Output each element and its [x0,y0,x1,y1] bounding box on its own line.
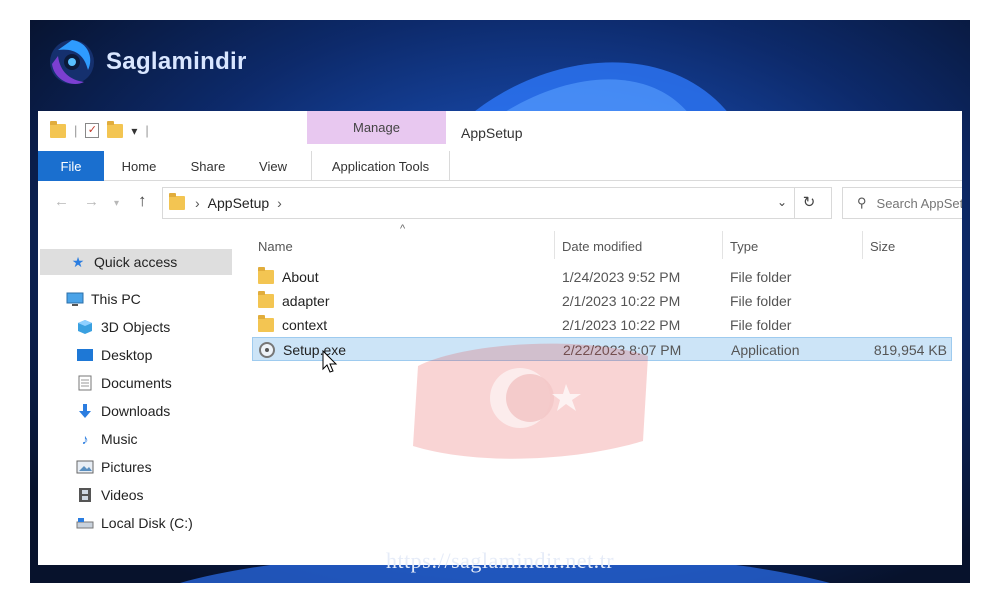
ribbon-tabs: File Home Share View Application Tools [38,151,962,181]
tab-share[interactable]: Share [178,151,238,181]
column-header-date[interactable]: Date modified [562,233,642,259]
desktop-icon [76,347,94,363]
column-divider[interactable] [722,231,723,259]
manage-contextual-tab[interactable]: Manage [307,111,446,144]
film-icon [76,487,94,503]
nav-local-disk[interactable]: Local Disk (C:) [76,510,193,536]
back-arrow-icon[interactable]: ← [54,193,69,210]
new-folder-icon[interactable] [107,120,124,138]
properties-icon[interactable]: ✓ [85,123,100,138]
setup-app-icon [259,342,275,358]
toolbar-separator: | [74,123,78,138]
forward-arrow-icon[interactable]: → [84,193,99,210]
navigation-pane: ★ Quick access This PC 3D Objects Deskto… [38,235,238,565]
file-type: File folder [730,317,792,333]
file-type: File folder [730,269,792,285]
file-row-context[interactable]: context 2/1/2023 10:22 PM File folder [252,313,952,337]
nav-label: Downloads [101,403,171,419]
column-header-type[interactable]: Type [730,233,758,259]
chevron-right-icon[interactable]: › [195,195,200,211]
toolbar-separator: | [145,123,149,138]
file-date: 2/1/2023 10:22 PM [562,293,681,309]
nav-label: Documents [101,375,172,391]
file-name: adapter [282,293,330,309]
nav-label: Music [101,431,138,447]
folder-icon [169,193,185,210]
picture-icon [76,459,94,475]
file-type: Application [731,342,800,358]
search-icon: ⚲ [857,195,867,210]
window-title: AppSetup [461,125,523,141]
download-arrow-icon [76,403,94,419]
mouse-pointer-icon [322,350,338,373]
turkish-flag-watermark [413,343,648,459]
tab-file[interactable]: File [38,151,104,181]
customize-toolbar-icon[interactable]: ▾ [131,124,137,138]
title-bar: | ✓ ▾ | Manage AppSetup [38,111,962,151]
search-box[interactable]: ⚲ [842,187,962,219]
nav-music[interactable]: ♪ Music [76,426,138,452]
brand-swirl-icon [50,40,94,84]
nav-label: Local Disk (C:) [101,515,193,531]
nav-label: Videos [101,487,144,503]
chevron-down-icon[interactable]: ⌄ [777,195,787,209]
tab-application-tools[interactable]: Application Tools [311,151,450,181]
drive-icon [76,515,94,531]
folder-icon[interactable] [50,120,66,138]
file-name: context [282,317,328,333]
nav-label: 3D Objects [101,319,171,335]
computer-icon [66,291,84,307]
recent-locations-icon[interactable]: ▾ [114,198,119,209]
file-row-adapter[interactable]: adapter 2/1/2023 10:22 PM File folder [252,289,952,313]
file-name-cell: adapter [258,289,329,313]
column-divider[interactable] [554,231,555,259]
file-date: 2/1/2023 10:22 PM [562,317,681,333]
refresh-icon[interactable]: ↻ [797,193,821,211]
nav-label: This PC [91,291,141,307]
tab-home[interactable]: Home [110,151,168,181]
up-arrow-icon[interactable]: ↑ [138,191,147,211]
column-divider[interactable] [862,231,863,259]
folder-icon [258,315,274,332]
file-size: 819,954 KB [873,342,947,358]
watermark-url: https://saglamindir.net.tr [385,548,615,573]
nav-label: Desktop [101,347,153,363]
nav-videos[interactable]: Videos [76,482,144,508]
cube-icon [76,319,94,335]
brand-logo: Saglamindir [44,32,247,92]
search-input[interactable] [876,195,962,211]
nav-documents[interactable]: Documents [76,370,172,396]
brand-name: Saglamindir [106,48,247,75]
nav-3d-objects[interactable]: 3D Objects [76,314,170,340]
address-bar[interactable]: › AppSetup › ⌄ ↻ [162,187,832,219]
file-row-about[interactable]: About 1/24/2023 9:52 PM File folder [252,265,952,289]
chevron-right-icon[interactable]: › [277,195,282,211]
nav-desktop[interactable]: Desktop [76,342,152,368]
music-note-icon: ♪ [81,431,89,447]
document-icon [76,375,94,391]
address-divider [794,188,795,218]
star-icon: ★ [71,253,85,270]
address-row: ← → ▾ ↑ › AppSetup › ⌄ ↻ ⚲ [38,185,962,221]
nav-pictures[interactable]: Pictures [76,454,152,480]
nav-downloads[interactable]: Downloads [76,398,170,424]
folder-icon [258,267,274,284]
nav-label: Pictures [101,459,152,475]
nav-quick-access[interactable]: ★ Quick access [40,249,232,275]
folder-icon [258,291,274,308]
file-name: About [282,269,319,285]
file-date: 1/24/2023 9:52 PM [562,269,681,285]
file-name-cell: context [258,313,327,337]
sort-ascending-icon: ^ [400,223,406,235]
tab-view[interactable]: View [248,151,298,181]
breadcrumb-appsetup[interactable]: AppSetup [208,195,270,211]
video-frame: Saglamindir | ✓ ▾ | Manage AppSetup File… [30,20,970,583]
file-name-cell: About [258,265,319,289]
file-type: File folder [730,293,792,309]
quick-access-toolbar: | ✓ ▾ | [50,120,149,138]
nav-label: Quick access [94,254,178,270]
column-header-size[interactable]: Size [870,233,895,259]
column-header-name[interactable]: Name [258,233,293,259]
nav-this-pc[interactable]: This PC [66,286,141,312]
